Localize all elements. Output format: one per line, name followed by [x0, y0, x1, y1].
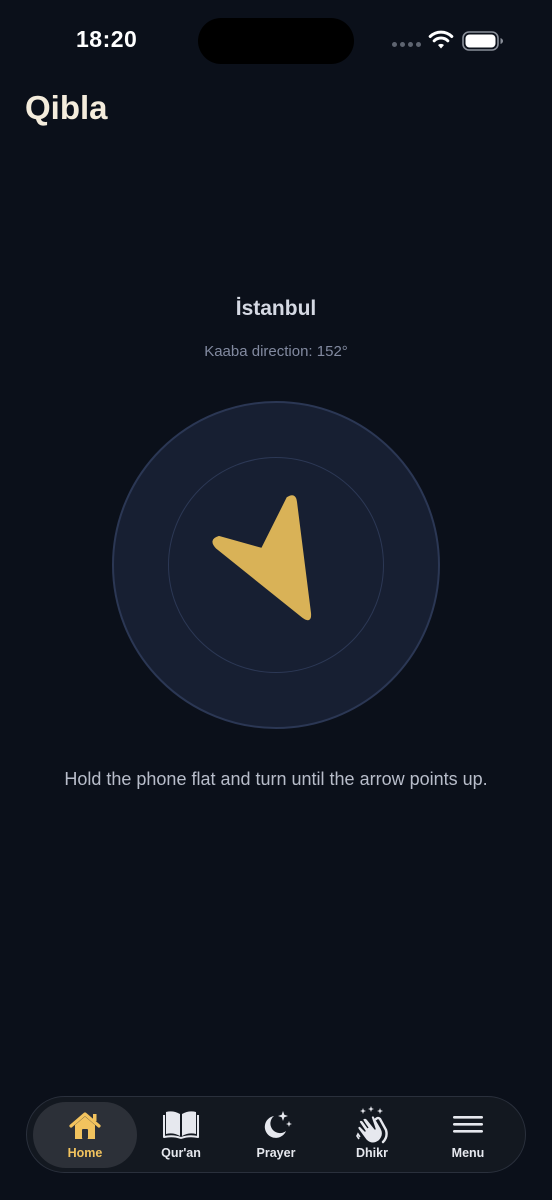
status-time: 18:20	[76, 26, 138, 52]
qibla-screen: 18:20 Qibla İstanbul Kaaba direction: 15…	[0, 0, 552, 1200]
page-title: Qibla	[25, 89, 108, 126]
home-icon	[69, 1112, 101, 1139]
battery-icon	[462, 31, 503, 51]
wifi-icon	[428, 30, 454, 49]
qibla-compass	[112, 401, 440, 729]
tab-prayer-label: Prayer	[256, 1146, 296, 1160]
tab-dhikr-label: Dhikr	[356, 1146, 388, 1160]
tab-quran[interactable]: Qur'an	[133, 1097, 229, 1172]
moon-stars-icon	[264, 1111, 292, 1138]
tab-quran-label: Qur'an	[161, 1146, 201, 1160]
city-name: İstanbul	[235, 297, 317, 320]
signal-dots-icon	[392, 42, 421, 47]
tab-menu-label: Menu	[451, 1146, 485, 1160]
tab-dhikr[interactable]: Dhikr	[324, 1097, 420, 1172]
instruction-text: Hold the phone flat and turn until the a…	[64, 769, 488, 789]
tab-home-label: Home	[67, 1146, 103, 1160]
tab-home[interactable]: Home	[33, 1102, 137, 1168]
dynamic-island	[198, 18, 354, 64]
tab-menu[interactable]: Menu	[420, 1097, 516, 1172]
status-icons	[390, 28, 506, 54]
tab-prayer[interactable]: Prayer	[228, 1097, 324, 1172]
qibla-arrow-icon	[212, 495, 312, 621]
book-icon	[163, 1111, 199, 1139]
clapping-hands-icon	[356, 1106, 388, 1144]
menu-icon	[453, 1116, 483, 1133]
tab-bar: Home Qur'an Prayer Dhikr Menu	[26, 1096, 526, 1173]
kaaba-direction-text: Kaaba direction: 152°	[204, 343, 348, 360]
